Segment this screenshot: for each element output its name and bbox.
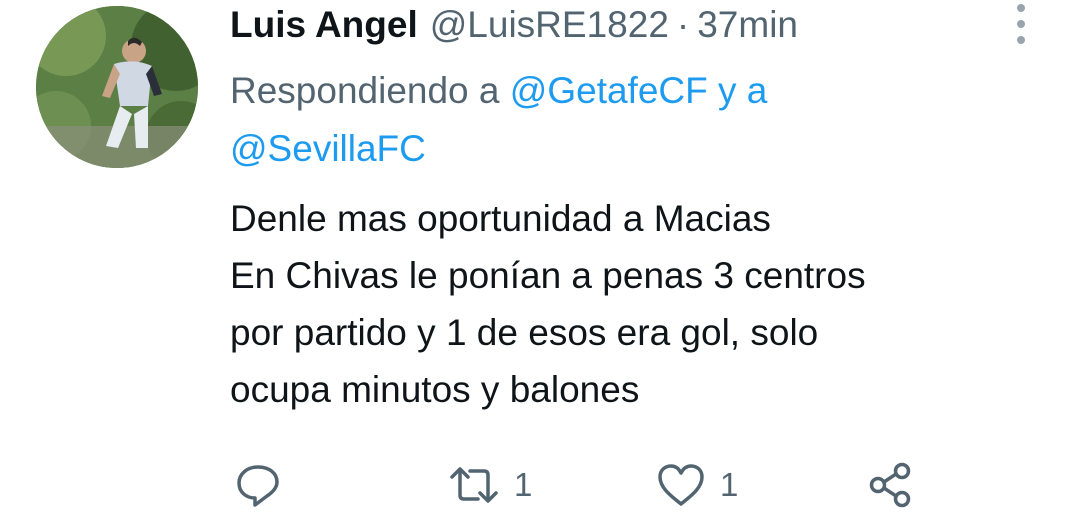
share-icon xyxy=(869,462,911,508)
retweet-count: 1 xyxy=(514,466,533,503)
retweet-button[interactable]: 1 xyxy=(448,455,532,515)
avatar-photo xyxy=(36,6,198,168)
mention-getafe[interactable]: @GetafeCF xyxy=(510,70,708,111)
share-button[interactable] xyxy=(866,455,914,515)
tweet-text-line: En Chivas le ponían a penas 3 centros xyxy=(230,255,866,296)
tweet-text-line: por partido y 1 de esos era gol, solo xyxy=(230,312,819,353)
tweet-text-line: Denle mas oportunidad a Macias xyxy=(230,198,771,239)
separator-dot: · xyxy=(676,4,690,45)
like-icon xyxy=(658,464,704,506)
reply-button[interactable] xyxy=(234,455,282,515)
reply-conjunction: y a xyxy=(718,70,768,111)
handle[interactable]: @LuisRE1822 xyxy=(430,2,669,48)
tweet-text-line: ocupa minutos y balones xyxy=(230,369,640,410)
tweet[interactable]: Luis Angel @LuisRE1822 · 37min Respondie… xyxy=(0,0,1080,531)
reply-context: Respondiendo a @GetafeCF y a @SevillaFC xyxy=(230,62,990,178)
like-count: 1 xyxy=(720,466,739,503)
tweet-header: Luis Angel @LuisRE1822 · 37min xyxy=(230,2,798,48)
timestamp[interactable]: 37min xyxy=(697,2,798,48)
avatar[interactable] xyxy=(36,6,198,168)
more-vertical-icon[interactable] xyxy=(1012,4,1030,44)
tweet-text: Denle mas oportunidad a Macias En Chivas… xyxy=(230,190,1030,418)
display-name[interactable]: Luis Angel xyxy=(230,2,418,48)
reply-icon xyxy=(237,465,279,507)
action-bar: 1 1 xyxy=(0,455,1080,515)
mention-sevilla[interactable]: @SevillaFC xyxy=(230,128,426,169)
retweet-icon xyxy=(450,467,498,503)
like-button[interactable]: 1 xyxy=(656,455,738,515)
reply-prefix: Respondiendo a xyxy=(230,70,500,111)
